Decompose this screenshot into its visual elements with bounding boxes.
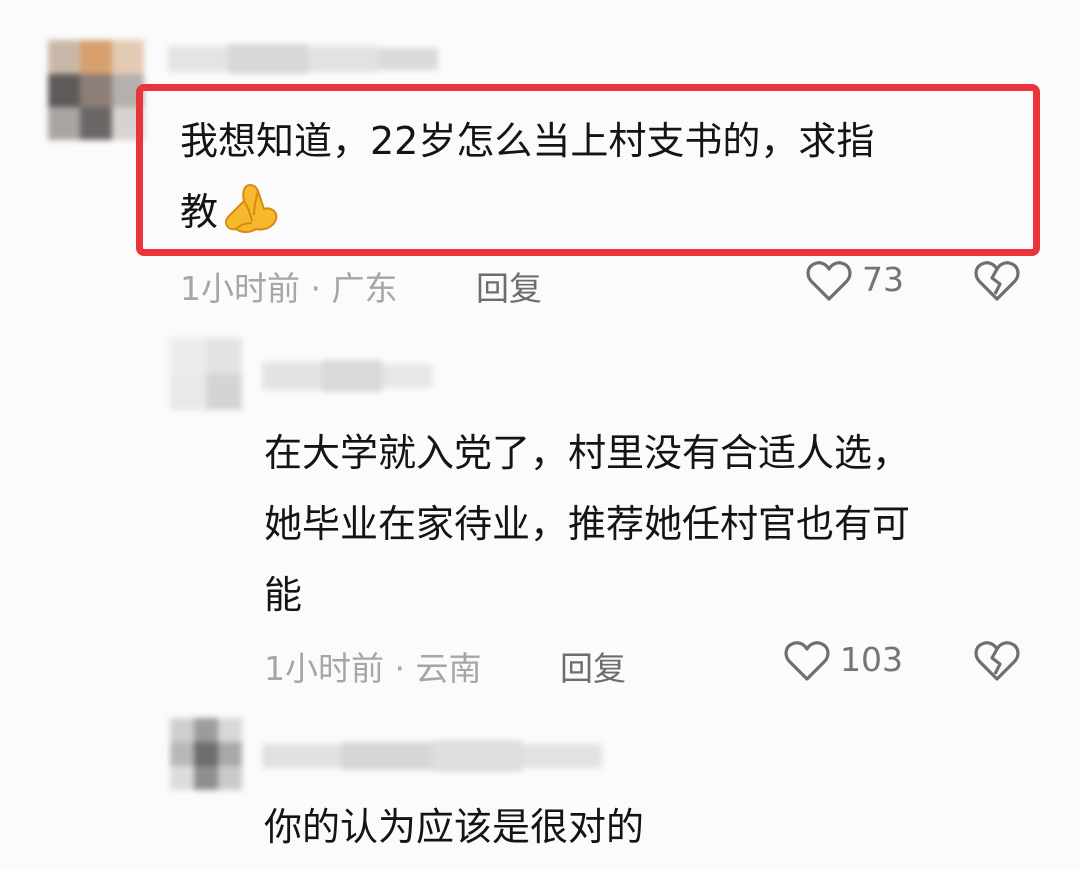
avatar[interactable] xyxy=(48,40,144,140)
pinched-fingers-emoji-icon xyxy=(225,183,278,233)
like-button[interactable]: 103 xyxy=(784,638,924,686)
comment-line: 她毕业在家待业，推荐她任村官也有可 xyxy=(264,502,911,546)
avatar[interactable] xyxy=(170,718,242,790)
username[interactable] xyxy=(262,360,432,392)
broken-heart-icon xyxy=(974,641,1020,681)
avatar[interactable] xyxy=(170,338,242,410)
comment-text: 你的认为应该是很对的 xyxy=(264,792,644,863)
broken-heart-icon xyxy=(974,261,1020,301)
comment-line: 能 xyxy=(264,573,303,617)
like-count: 73 xyxy=(862,260,904,299)
dislike-button[interactable] xyxy=(974,640,1022,684)
reply-button[interactable]: 回复 xyxy=(560,642,626,690)
comment-line: 你的认为应该是很对的 xyxy=(264,805,645,849)
username[interactable] xyxy=(168,42,438,76)
heart-icon xyxy=(784,641,830,681)
comment-text: 我想知道，22岁怎么当上村支书的，求指 教 xyxy=(180,106,874,248)
heart-icon xyxy=(806,261,852,301)
reply-button[interactable]: 回复 xyxy=(476,262,542,310)
comment-line: 教 xyxy=(180,177,874,248)
like-count: 103 xyxy=(840,640,903,679)
username[interactable] xyxy=(262,740,602,772)
like-button[interactable]: 73 xyxy=(806,258,916,306)
comment-line: 在大学就入党了，村里没有合适人选， xyxy=(264,431,911,475)
comment-time-location: 1小时前 · 云南 xyxy=(264,649,482,688)
comment-text: 在大学就入党了，村里没有合适人选， 她毕业在家待业，推荐她任村官也有可 能 xyxy=(264,418,910,631)
comment-time-location: 1小时前 · 广东 xyxy=(180,269,398,308)
comment-line: 我想知道，22岁怎么当上村支书的，求指 xyxy=(180,119,875,163)
dislike-button[interactable] xyxy=(974,260,1022,304)
